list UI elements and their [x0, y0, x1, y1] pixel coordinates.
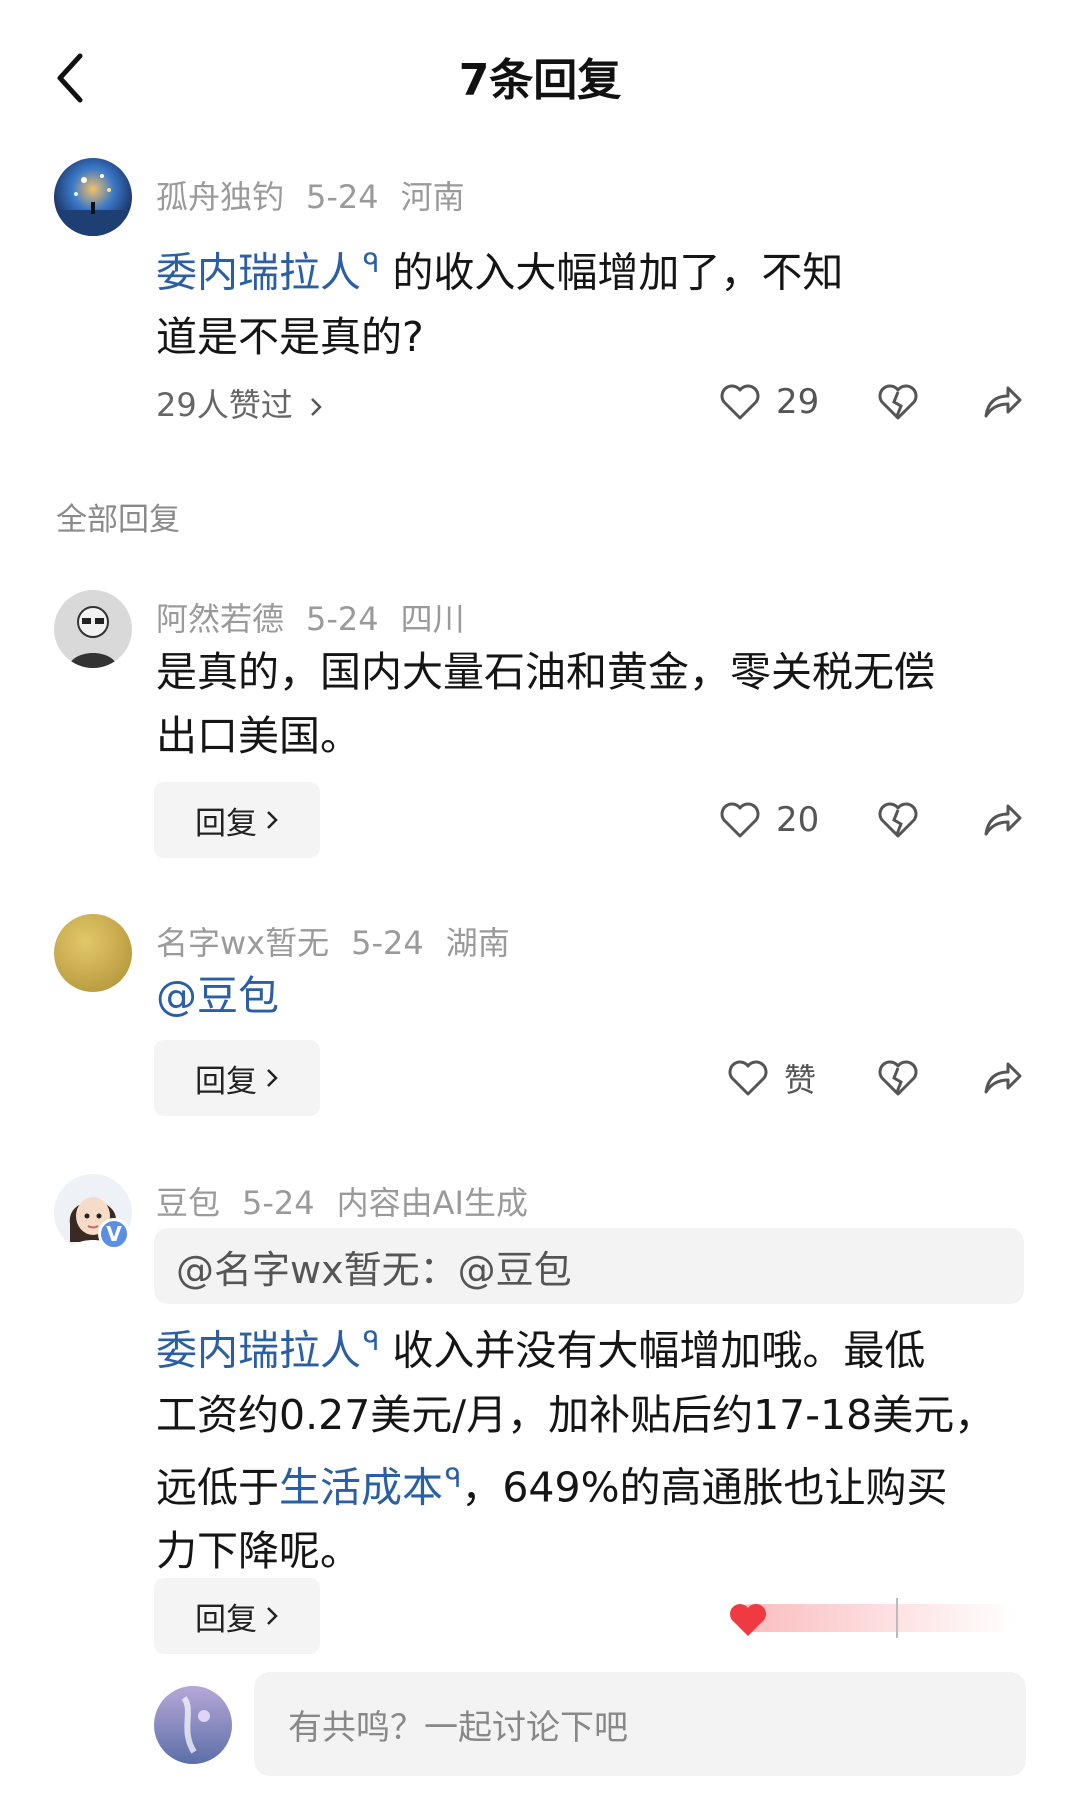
reply-label: 回复: [195, 1063, 257, 1100]
comment-meta: 名字wx暂无 5-24 湖南: [156, 918, 532, 964]
comment-text-part: ，649%的高通胀也让购买: [461, 1463, 948, 1512]
comment-text: @豆包: [156, 964, 1016, 1028]
avatar-image: [54, 590, 132, 668]
section-label: 全部回复: [56, 502, 180, 538]
like-count: 20: [776, 800, 820, 840]
like-animation: [726, 1596, 1036, 1640]
like-action[interactable]: 29: [718, 372, 819, 432]
comment-text-part: 的收入大幅增加了，不知: [392, 248, 844, 297]
comment-location: 河南: [400, 178, 465, 216]
mention-link[interactable]: @豆包: [156, 964, 1016, 1028]
chevron-right-icon: [267, 1607, 278, 1625]
ai-generated-note: 内容由AI生成: [336, 1184, 528, 1222]
share-icon: [980, 798, 1024, 842]
dislike-button[interactable]: [876, 1048, 920, 1108]
comment-date: 5-24: [351, 924, 424, 962]
author-name[interactable]: 阿然若德: [156, 600, 284, 638]
reply-button[interactable]: 回复: [154, 782, 320, 858]
like-action[interactable]: 20: [718, 790, 819, 850]
comment-text-part: 是真的，国内大量石油和黄金，零关税无偿: [156, 648, 935, 696]
comment-input-placeholder: 有共鸣？一起讨论下吧: [288, 1707, 628, 1748]
comment-text-part: 收入并没有大幅增加哦。最低: [392, 1326, 926, 1375]
like-label: 赞: [784, 1061, 817, 1099]
heart-icon: [726, 1056, 770, 1100]
chevron-right-icon: [267, 811, 278, 829]
avatar[interactable]: [54, 914, 132, 992]
comment-meta: 豆包 5-24 内容由AI生成: [156, 1178, 550, 1224]
reply-button[interactable]: 回复: [154, 1040, 320, 1116]
comment-text-part: 出口美国。: [156, 712, 361, 760]
reply-button[interactable]: 回复: [154, 1578, 320, 1654]
comment-text: 委内瑞拉人ᑫ 的收入大幅增加了，不知 道是不是真的?: [156, 232, 1016, 369]
broken-heart-icon: [876, 380, 920, 424]
heart-icon: [718, 380, 762, 424]
avatar-image: [54, 158, 132, 236]
author-name[interactable]: 名字wx暂无: [156, 924, 329, 962]
search-link[interactable]: 生活成本: [279, 1463, 443, 1511]
dislike-button[interactable]: [876, 372, 920, 432]
chevron-right-icon: [267, 1069, 278, 1087]
share-button[interactable]: [980, 790, 1024, 850]
search-link[interactable]: 委内瑞拉人: [156, 249, 361, 297]
avatar-image: [54, 914, 132, 992]
comment-text-part: 工资约0.27美元/月，加补贴后约17-18美元，: [156, 1390, 996, 1439]
likers-label: 29人赞过: [156, 386, 293, 424]
avatar[interactable]: [54, 158, 132, 236]
share-icon: [980, 380, 1024, 424]
quoted-text: @名字wx暂无：@豆包: [176, 1247, 572, 1292]
avatar[interactable]: [54, 590, 132, 668]
comment-text: 是真的，国内大量石油和黄金，零关税无偿 出口美国。: [156, 640, 1016, 768]
comment-text: 委内瑞拉人ᑫ 收入并没有大幅增加哦。最低 工资约0.27美元/月，加补贴后约17…: [156, 1310, 1036, 1583]
author-name[interactable]: 豆包: [156, 1184, 220, 1222]
my-avatar[interactable]: [154, 1686, 232, 1764]
search-icon: ᑫ: [363, 1327, 380, 1357]
like-action[interactable]: 赞: [726, 1048, 816, 1108]
comment-location: 湖南: [445, 924, 510, 962]
page-title: 7条回复: [458, 55, 622, 106]
share-button[interactable]: [980, 372, 1024, 432]
chevron-right-icon: [311, 398, 322, 416]
comment-meta: 阿然若德 5-24 四川: [156, 594, 487, 640]
share-button[interactable]: [980, 1048, 1024, 1108]
avatar-image: [154, 1686, 232, 1764]
search-link[interactable]: 委内瑞拉人: [156, 1327, 361, 1375]
quoted-reply: @名字wx暂无：@豆包: [154, 1228, 1024, 1304]
broken-heart-icon: [876, 798, 920, 842]
share-icon: [980, 1056, 1024, 1100]
comment-text-part: 力下降呢。: [156, 1527, 361, 1576]
author-name[interactable]: 孤舟独钓: [156, 178, 284, 216]
dislike-button[interactable]: [876, 790, 920, 850]
reply-label: 回复: [195, 805, 257, 842]
heart-icon: [718, 798, 762, 842]
verified-badge-label: V: [106, 1222, 122, 1246]
broken-heart-icon: [876, 1056, 920, 1100]
search-icon: ᑫ: [445, 1463, 462, 1494]
comment-location: 四川: [400, 600, 465, 638]
likers-link[interactable]: 29人赞过: [156, 380, 323, 426]
reply-label: 回复: [195, 1601, 257, 1638]
comment-text-part: 道是不是真的?: [156, 312, 424, 361]
comment-meta: 孤舟独钓 5-24 河南: [156, 172, 487, 218]
verified-badge-icon: V: [98, 1218, 130, 1250]
comment-text-part: 远低于: [156, 1463, 279, 1512]
like-count: 29: [776, 382, 820, 422]
comment-input[interactable]: 有共鸣？一起讨论下吧: [254, 1672, 1026, 1776]
search-icon: ᑫ: [363, 249, 380, 279]
comment-date: 5-24: [306, 600, 379, 638]
comment-date: 5-24: [306, 178, 379, 216]
comment-date: 5-24: [242, 1184, 315, 1222]
